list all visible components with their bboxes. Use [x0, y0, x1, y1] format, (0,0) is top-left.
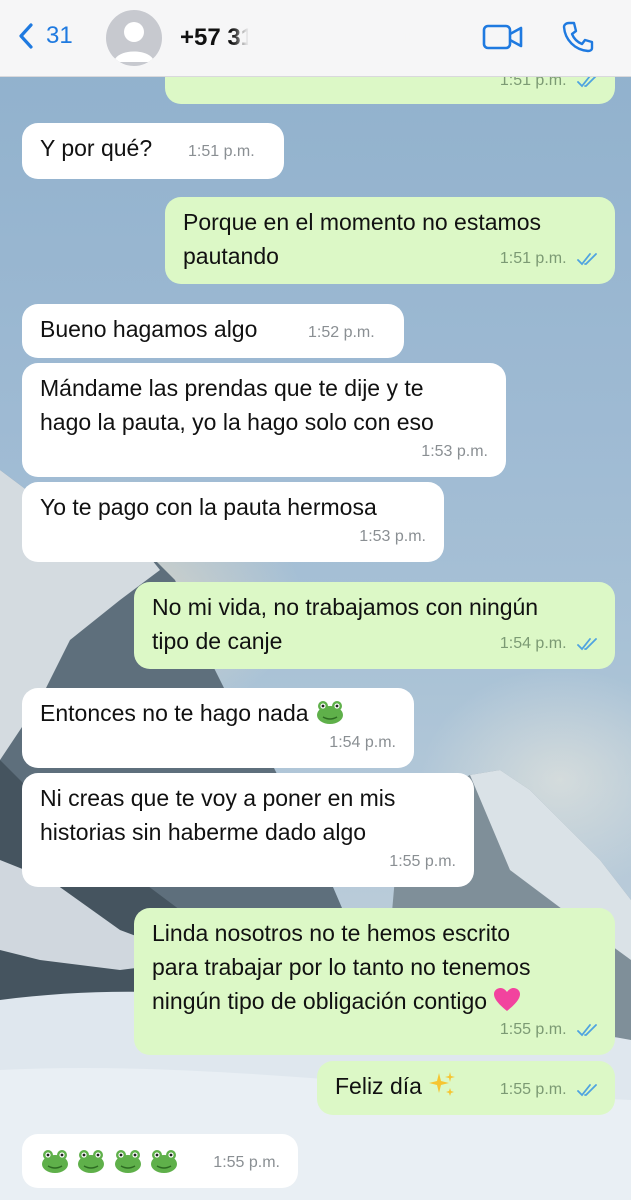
video-call-button[interactable] [482, 22, 524, 57]
message-bubble-incoming[interactable]: Y por qué? 1:51 p.m. [22, 123, 284, 179]
unread-count: 31 [46, 22, 73, 49]
contact-avatar[interactable] [106, 10, 162, 66]
frog-emoji [316, 701, 343, 724]
message-text-line: historias sin haberme dado algo [40, 819, 367, 845]
message-time: 1:54 p.m. [329, 734, 396, 751]
message-text: Feliz día [335, 1073, 422, 1099]
message-time: 1:53 p.m. [421, 443, 488, 460]
message-bubble-incoming[interactable]: Ni creas que te voy a poner en mis histo… [22, 773, 474, 887]
sparkles-emoji [429, 1072, 456, 1096]
avatar-placeholder-icon [114, 22, 154, 62]
message-bubble-outgoing[interactable]: No mi vida, no trabajamos con ningún tip… [134, 582, 615, 669]
read-receipt-icon [577, 252, 597, 266]
message-text-line: Porque en el momento no estamos [183, 209, 541, 235]
message-bubble-outgoing[interactable]: Linda nosotros no te hemos escrito para … [134, 908, 615, 1055]
frog-emoji-row [40, 1149, 179, 1175]
message-bubble-incoming[interactable]: Entonces no te hago nada 1:54 p.m. [22, 688, 414, 768]
message-bubble-incoming[interactable]: Yo te pago con la pauta hermosa 1:53 p.m… [22, 482, 444, 562]
message-time: 1:55 p.m. [213, 1154, 280, 1171]
redacted-number-blur [248, 18, 398, 56]
read-receipt-icon [577, 1023, 597, 1037]
phone-call-button[interactable] [561, 20, 595, 59]
chevron-left-icon [19, 23, 33, 49]
message-bubble-outgoing[interactable]: Feliz día 1:55 p.m. [317, 1061, 615, 1115]
frog-emoji [42, 1150, 68, 1173]
message-bubble-incoming[interactable]: Bueno hagamos algo 1:52 p.m. [22, 304, 404, 358]
message-time: 1:52 p.m. [308, 324, 375, 341]
read-receipt-icon [577, 1083, 597, 1097]
message-time: 1:53 p.m. [359, 528, 426, 545]
video-call-icon [482, 24, 523, 50]
frog-emoji [78, 1150, 105, 1173]
frog-emoji [151, 1150, 178, 1173]
chat-header: 31 +57 31 [0, 0, 631, 77]
message-time: 1:51 p.m. [499, 250, 567, 267]
back-button[interactable]: 31 [18, 22, 73, 50]
message-time: 1:55 p.m. [499, 1021, 567, 1038]
message-text: Entonces no te hago nada [40, 700, 309, 726]
pink-heart-emoji [494, 988, 521, 1011]
message-time: 1:51 p.m. [188, 143, 255, 160]
read-receipt-icon [577, 637, 597, 651]
message-bubble-incoming[interactable]: 1:55 p.m. [22, 1134, 298, 1188]
message-bubble-incoming[interactable]: Mándame las prendas que te dije y te hag… [22, 363, 506, 477]
message-text-line: para trabajar por lo tanto no tenemos [152, 954, 531, 980]
message-text: Bueno hagamos algo [40, 316, 258, 342]
phone-call-icon [562, 21, 594, 53]
message-text-line: Linda nosotros no te hemos escrito [152, 920, 510, 946]
message-time: 1:55 p.m. [499, 1081, 567, 1098]
message-text-line: ningún tipo de obligación contigo [152, 988, 488, 1014]
message-time: 1:54 p.m. [499, 635, 567, 652]
message-text: Y por qué? [40, 135, 153, 161]
contact-name[interactable]: +57 31 [180, 24, 254, 52]
message-text-line: Ni creas que te voy a poner en mis [40, 785, 396, 811]
message-bubble-outgoing[interactable]: Porque en el momento no estamos pautando… [165, 197, 615, 284]
message-text-line: Mándame las prendas que te dije y te [40, 375, 424, 401]
message-text: Yo te pago con la pauta hermosa [40, 494, 377, 520]
message-text-line: hago la pauta, yo la hago solo con eso [40, 409, 434, 435]
message-text-line: No mi vida, no trabajamos con ningún [152, 594, 539, 620]
frog-emoji [114, 1150, 141, 1173]
message-time: 1:55 p.m. [389, 853, 456, 870]
